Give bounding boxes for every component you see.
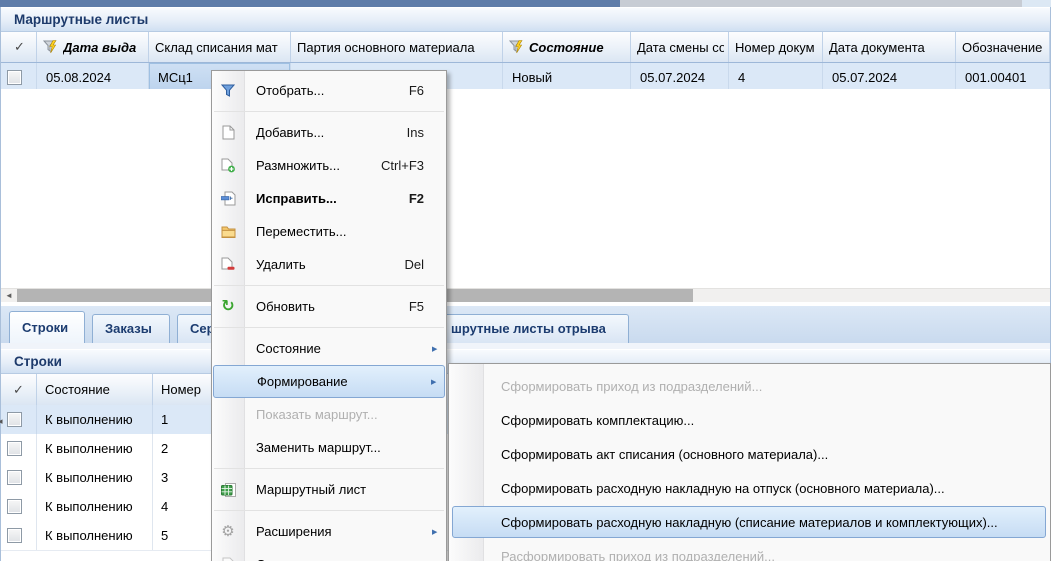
gear-icon: ⚙ [212,524,244,539]
column-header-warehouse[interactable]: Склад списания мат [149,32,291,62]
column-label: Партия основного материала [297,40,475,55]
menu-item-refresh[interactable]: ↻ Обновить F5 [212,290,446,323]
column-label: Обозначение [962,40,1042,55]
refresh-icon: ↻ [212,299,244,315]
row-checkbox[interactable] [7,441,22,456]
top-strip-left [0,0,620,7]
scroll-left-mini-icon[interactable]: ◂ [0,416,3,427]
menu-item-edit[interactable]: Исправить... F2 [212,182,446,215]
links-icon [212,557,244,561]
cell-state: К выполнению [37,492,153,521]
submenu-item-unform-receipt[interactable]: Расформировать приход из подразделений..… [449,539,1050,561]
route-sheets-grid-header: ✓ Дата выда Склад списания мат Партия ос… [1,32,1050,63]
menu-separator [212,323,446,332]
menu-item-move[interactable]: Переместить... [212,215,446,248]
row-checkbox[interactable] [7,470,22,485]
select-all-icon: ✓ [1,382,36,398]
edit-icon [212,191,244,206]
duplicate-icon [212,158,244,173]
row-checkbox[interactable] [7,412,22,427]
menu-item-route-sheet[interactable]: Маршрутный лист [212,473,446,506]
column-header-state[interactable]: Состояние [37,374,153,405]
row-checkbox[interactable] [7,499,22,514]
submenu-item-form-writeoff-invoice[interactable]: Сформировать расходную накладную (списан… [452,505,1046,539]
menu-item-state[interactable]: Состояние ▶ [212,332,446,365]
tab-route-sheets-tear-off[interactable]: шрутные листы отрыва [441,314,629,343]
cell-state: К выполнению [37,434,153,463]
row-checkbox[interactable] [7,528,22,543]
horizontal-scrollbar[interactable]: ◄ [1,288,1050,302]
table-row[interactable]: 05.08.2024 МСц1 Новый 05.07.2024 4 05.07… [1,63,1050,92]
menu-item-replace-route[interactable]: Заменить маршрут... [212,431,446,464]
cell-state: К выполнению [37,405,153,434]
menu-separator [212,107,446,116]
menu-separator [212,506,446,515]
menu-item-extensions[interactable]: ⚙ Расширения ▶ [212,515,446,548]
column-header-doc-number[interactable]: Номер докум [729,32,823,62]
cell-doc-date: 05.07.2024 [823,63,956,91]
column-header-date-issued[interactable]: Дата выда [37,32,149,62]
context-menu: Отобрать... F6 Добавить... Ins Размножит… [211,70,447,561]
menu-item-delete[interactable]: Удалить Del [212,248,446,281]
row-checkbox-cell [1,63,37,91]
select-all-icon: ✓ [7,39,32,55]
cell-state-date: 05.07.2024 [631,63,729,91]
menu-separator [212,464,446,473]
tab-stroki[interactable]: Строки [9,311,85,343]
tab-zakazy[interactable]: Заказы [92,314,170,343]
detail-tabstrip: Строки Заказы Сер шрутные листы отрыва [1,306,1050,344]
cell-date-issued: 05.08.2024 [37,63,149,91]
filter-applied-icon [43,40,59,54]
cell-designation: 001.00401 [956,63,1050,91]
route-sheet-icon [212,483,244,497]
submenu-item-form-receipt[interactable]: Сформировать приход из подразделений... [449,369,1050,403]
column-label: Склад списания мат [155,40,278,55]
cell-state: К выполнению [37,463,153,492]
column-label: Дата документа [829,40,925,55]
scroll-left-icon[interactable]: ◄ [1,289,17,302]
delete-icon [212,257,244,272]
cell-state: Новый [503,63,631,91]
filter-icon [212,84,244,97]
column-header-state-date[interactable]: Дата смены сос [631,32,729,62]
column-header-state[interactable]: Состояние [503,32,631,62]
menu-item-select[interactable]: Отобрать... F6 [212,74,446,107]
submenu-item-form-issue-invoice[interactable]: Сформировать расходную накладную на отпу… [449,471,1050,505]
menu-item-formation[interactable]: Формирование ▶ [213,365,445,398]
route-sheets-panel-title: Маршрутные листы [1,7,1050,32]
menu-item-add[interactable]: Добавить... Ins [212,116,446,149]
add-icon [212,125,244,140]
menu-item-links[interactable]: Связи ▶ [212,548,446,561]
cell-doc-number: 4 [729,63,823,91]
formation-submenu: Сформировать приход из подразделений... … [448,363,1051,561]
column-label: Дата смены сос [637,40,724,55]
column-label: Номер докум [735,40,815,55]
move-folder-icon [212,225,244,238]
column-header-checkbox[interactable]: ✓ [1,32,37,62]
route-sheets-panel: Маршрутные листы ✓ Дата выда Склад списа… [0,7,1051,303]
submenu-arrow-icon: ▶ [431,378,445,386]
column-label: Дата выда [63,40,136,55]
app-window: Маршрутные листы ✓ Дата выда Склад списа… [0,0,1051,561]
grid-empty-area [1,89,1050,290]
row-checkbox[interactable] [7,70,22,85]
submenu-item-form-kitting[interactable]: Сформировать комплектацию... [449,403,1050,437]
column-header-designation[interactable]: Обозначение [956,32,1050,62]
submenu-arrow-icon: ▶ [432,345,446,353]
column-header-checkbox[interactable]: ✓ [1,374,37,405]
top-strip-middle [620,0,1022,7]
cell-state: К выполнению [37,521,153,550]
submenu-item-form-writeoff-act[interactable]: Сформировать акт списания (основного мат… [449,437,1050,471]
top-strip-right [1022,0,1051,7]
column-header-batch[interactable]: Партия основного материала [291,32,503,62]
submenu-arrow-icon: ▶ [432,528,446,536]
column-label: Состояние [529,40,604,55]
menu-separator [212,281,446,290]
filter-applied-icon [509,40,525,54]
menu-item-duplicate[interactable]: Размножить... Ctrl+F3 [212,149,446,182]
menu-item-show-route[interactable]: Показать маршрут... [212,398,446,431]
column-header-doc-date[interactable]: Дата документа [823,32,956,62]
